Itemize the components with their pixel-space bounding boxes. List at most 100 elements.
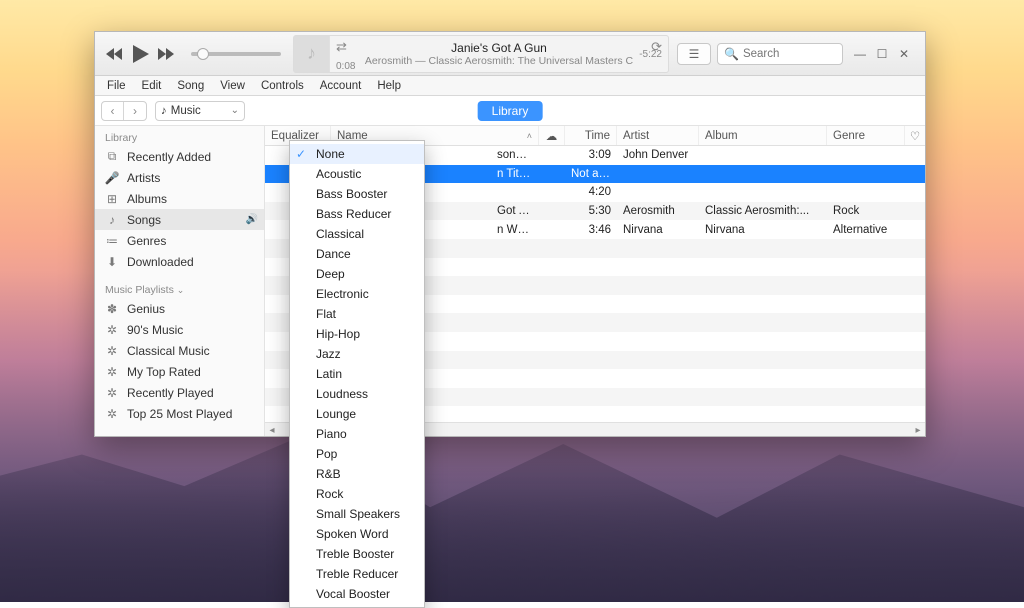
sidebar-item-artists[interactable]: 🎤Artists (95, 167, 264, 188)
equalizer-option-hip-hop[interactable]: Hip-Hop (290, 324, 424, 344)
sidebar-playlist-classical-music[interactable]: ✲Classical Music (95, 340, 264, 361)
equalizer-option-lounge[interactable]: Lounge (290, 404, 424, 424)
media-type-label: Music (171, 105, 201, 117)
sidebar-item-albums[interactable]: ⊞Albums (95, 188, 264, 209)
volume-slider[interactable] (191, 52, 281, 56)
playlist-icon: ✲ (105, 365, 119, 379)
scroll-left-icon[interactable]: ◂ (265, 423, 279, 436)
sidebar-playlist-top-25-most-played[interactable]: ✲Top 25 Most Played (95, 403, 264, 424)
equalizer-option-piano[interactable]: Piano (290, 424, 424, 444)
sidebar-icon: ⊞ (105, 192, 119, 206)
cloud-icon: ☁ (546, 129, 558, 143)
equalizer-option-r-b[interactable]: R&B (290, 464, 424, 484)
equalizer-option-bass-booster[interactable]: Bass Booster (290, 184, 424, 204)
search-field[interactable]: 🔍 (717, 43, 843, 65)
sidebar-item-songs[interactable]: ♪Songs🔊 (95, 209, 264, 230)
sidebar-item-genres[interactable]: ≔Genres (95, 230, 264, 251)
next-track-button[interactable] (157, 44, 177, 64)
library-tab[interactable]: Library (478, 101, 543, 121)
column-genre[interactable]: Genre (827, 126, 905, 145)
sidebar-header-library: Library (95, 128, 264, 146)
player-toolbar: ♪ ⇄ 0:08 Janie's Got A Gun Aerosmith — C… (95, 32, 925, 76)
equalizer-option-rock[interactable]: Rock (290, 484, 424, 504)
play-button[interactable] (131, 44, 151, 64)
cell-time: Not av... (565, 168, 617, 180)
sidebar-playlist-90-s-music[interactable]: ✲90's Music (95, 319, 264, 340)
sidebar-playlist-my-top-rated[interactable]: ✲My Top Rated (95, 361, 264, 382)
equalizer-option-treble-booster[interactable]: Treble Booster (290, 544, 424, 564)
menu-account[interactable]: Account (312, 78, 370, 94)
column-time[interactable]: Time (565, 126, 617, 145)
cell-genre: Rock (827, 205, 905, 217)
sort-asc-icon: ˄ (527, 131, 532, 141)
equalizer-option-acoustic[interactable]: Acoustic (290, 164, 424, 184)
sidebar-header-playlists: Music Playlists ⌄ (95, 280, 264, 298)
column-album[interactable]: Album (699, 126, 827, 145)
equalizer-option-classical[interactable]: Classical (290, 224, 424, 244)
sidebar-icon: 🎤 (105, 171, 119, 185)
menu-bar: FileEditSongViewControlsAccountHelp (95, 76, 925, 96)
menu-edit[interactable]: Edit (134, 78, 170, 94)
scroll-right-icon[interactable]: ▸ (911, 423, 925, 436)
menu-view[interactable]: View (212, 78, 253, 94)
now-playing-indicator-icon: 🔊 (246, 214, 258, 225)
playlist-icon: ✽ (105, 302, 119, 316)
equalizer-option-none[interactable]: ✓None (290, 144, 424, 164)
previous-track-button[interactable] (105, 44, 125, 64)
remaining-time: -5:22 (639, 49, 662, 60)
list-view-button[interactable]: ☰ (677, 43, 711, 65)
more-icon[interactable]: ••• (526, 149, 539, 161)
sidebar-playlist-recently-played[interactable]: ✲Recently Played (95, 382, 264, 403)
equalizer-option-pop[interactable]: Pop (290, 444, 424, 464)
equalizer-option-jazz[interactable]: Jazz (290, 344, 424, 364)
equalizer-option-loudness[interactable]: Loudness (290, 384, 424, 404)
equalizer-option-deep[interactable]: Deep (290, 264, 424, 284)
minimize-button[interactable]: — (853, 47, 867, 61)
nav-back-button[interactable]: ‹ (102, 102, 124, 120)
nav-back-forward: ‹ › (101, 101, 147, 121)
sidebar: Library ⧉Recently Added🎤Artists⊞Albums♪S… (95, 126, 265, 436)
equalizer-option-spoken-word[interactable]: Spoken Word (290, 524, 424, 544)
shuffle-icon[interactable]: ⇄ (336, 39, 347, 55)
equalizer-option-bass-reducer[interactable]: Bass Reducer (290, 204, 424, 224)
equalizer-option-latin[interactable]: Latin (290, 364, 424, 384)
nav-forward-button[interactable]: › (124, 102, 146, 120)
cell-artist: John Denver (617, 149, 699, 161)
column-love[interactable]: ♡ (905, 126, 925, 145)
sidebar-item-recently-added[interactable]: ⧉Recently Added (95, 146, 264, 167)
close-button[interactable]: ✕ (897, 47, 911, 61)
check-icon: ✓ (296, 147, 306, 161)
cell-genre: Alternative (827, 224, 905, 236)
cell-album: Nirvana (699, 224, 827, 236)
now-playing-subtitle: Aerosmith — Classic Aerosmith: The Unive… (336, 55, 662, 67)
equalizer-menu[interactable]: ✓NoneAcousticBass BoosterBass ReducerCla… (289, 140, 425, 608)
column-artist[interactable]: Artist (617, 126, 699, 145)
window-body: Library ⧉Recently Added🎤Artists⊞Albums♪S… (95, 126, 925, 436)
playlist-icon: ✲ (105, 323, 119, 337)
view-toolbar: ‹ › ♪ Music ⌄ Library (95, 96, 925, 126)
equalizer-option-small-speakers[interactable]: Small Speakers (290, 504, 424, 524)
cell-time: 3:46 (565, 224, 617, 236)
maximize-button[interactable]: ☐ (875, 47, 889, 61)
playlist-icon: ✲ (105, 386, 119, 400)
now-playing-display[interactable]: ♪ ⇄ 0:08 Janie's Got A Gun Aerosmith — C… (293, 35, 669, 73)
sidebar-icon: ⧉ (105, 149, 119, 164)
sidebar-playlist-genius[interactable]: ✽Genius (95, 298, 264, 319)
equalizer-option-dance[interactable]: Dance (290, 244, 424, 264)
column-cloud[interactable]: ☁ (539, 126, 565, 145)
menu-song[interactable]: Song (169, 78, 212, 94)
equalizer-option-treble-reducer[interactable]: Treble Reducer (290, 564, 424, 584)
menu-file[interactable]: File (99, 78, 134, 94)
cell-artist: Aerosmith (617, 205, 699, 217)
equalizer-option-electronic[interactable]: Electronic (290, 284, 424, 304)
equalizer-option-flat[interactable]: Flat (290, 304, 424, 324)
now-playing-title: Janie's Got A Gun (336, 41, 662, 55)
cell-time: 4:20 (565, 186, 617, 198)
itunes-window: ♪ ⇄ 0:08 Janie's Got A Gun Aerosmith — C… (94, 31, 926, 437)
menu-help[interactable]: Help (369, 78, 409, 94)
media-type-selector[interactable]: ♪ Music ⌄ (155, 101, 245, 121)
equalizer-option-vocal-booster[interactable]: Vocal Booster (290, 584, 424, 604)
album-art-icon: ♪ (294, 36, 330, 72)
menu-controls[interactable]: Controls (253, 78, 312, 94)
sidebar-item-downloaded[interactable]: ⬇Downloaded (95, 251, 264, 272)
